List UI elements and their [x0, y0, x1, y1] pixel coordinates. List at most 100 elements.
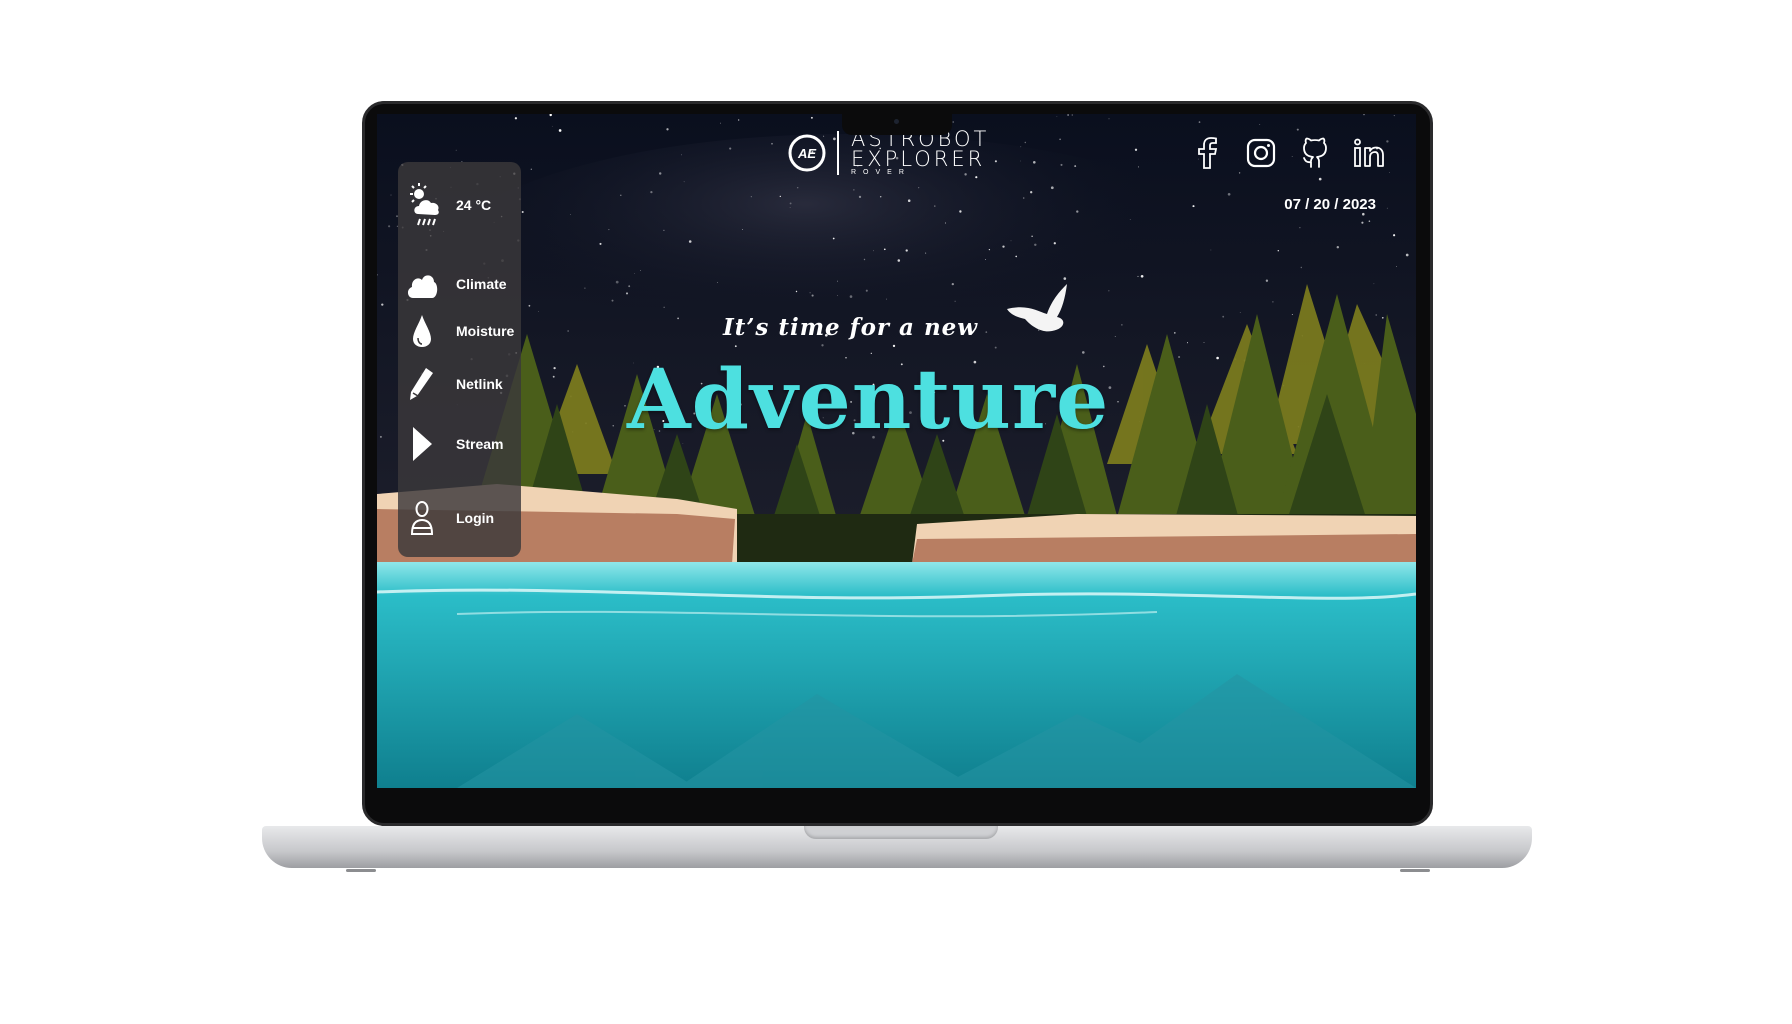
- star: [1137, 275, 1139, 277]
- star: [1393, 234, 1396, 237]
- star: [1363, 114, 1365, 116]
- star: [809, 292, 811, 294]
- star: [1076, 210, 1079, 213]
- star: [553, 366, 556, 370]
- star: [1198, 121, 1201, 123]
- star: [925, 252, 927, 254]
- star: [1277, 249, 1280, 252]
- star: [538, 310, 539, 312]
- star: [624, 404, 626, 407]
- star: [837, 294, 838, 296]
- instagram-icon[interactable]: [1244, 136, 1278, 170]
- star: [683, 181, 685, 183]
- background-scene: [377, 114, 1416, 788]
- star: [599, 242, 602, 245]
- star: [1386, 140, 1389, 143]
- star: [858, 195, 862, 199]
- star: [1300, 266, 1302, 269]
- nav-item-moisture[interactable]: Moisture: [404, 313, 514, 349]
- current-date: 07 / 20 / 2023: [1284, 196, 1376, 213]
- star: [640, 270, 641, 271]
- star: [1386, 207, 1388, 209]
- star: [388, 225, 391, 228]
- star: [988, 248, 991, 251]
- droplet-icon: [404, 313, 440, 349]
- camera-notch: [842, 112, 952, 135]
- hero-headline: Adventure: [627, 352, 1110, 448]
- star: [1031, 235, 1033, 237]
- star: [1074, 165, 1077, 168]
- star: [530, 168, 532, 170]
- nav-item-climate[interactable]: Climate: [404, 266, 507, 302]
- star: [994, 160, 997, 163]
- brand-logo[interactable]: AE ASTROBOT EXPLORER ROVER: [787, 129, 989, 177]
- nav-item-netlink[interactable]: Netlink: [404, 366, 503, 402]
- star: [832, 237, 835, 240]
- star: [1368, 220, 1371, 222]
- star: [663, 229, 665, 232]
- app-screen: AE ASTROBOT EXPLORER ROVER 07 / 20 / 202…: [377, 114, 1416, 788]
- star: [1114, 336, 1116, 337]
- nav-label-login: Login: [456, 510, 495, 526]
- weather-widget: 24 °C: [408, 182, 491, 228]
- hero-tagline: It’s time for a new: [723, 314, 979, 341]
- star: [873, 250, 875, 252]
- star: [528, 304, 531, 307]
- laptop-foot-left: [346, 869, 376, 872]
- laptop-foot-right: [1400, 869, 1430, 872]
- star: [1056, 116, 1058, 117]
- star: [1020, 160, 1022, 162]
- star: [1129, 219, 1131, 220]
- pencil-icon: [404, 366, 440, 402]
- nav-item-login[interactable]: Login: [404, 500, 494, 536]
- star: [570, 213, 571, 215]
- star: [455, 149, 457, 151]
- brand-divider: [837, 131, 839, 175]
- cloud-icon: [404, 266, 440, 302]
- star: [994, 346, 997, 349]
- star: [795, 290, 798, 293]
- camera-icon: [894, 119, 899, 124]
- star: [1396, 266, 1397, 267]
- star: [1137, 166, 1139, 168]
- star: [381, 303, 384, 306]
- star: [879, 195, 882, 198]
- user-icon: [404, 500, 440, 536]
- star: [720, 122, 721, 124]
- facebook-icon[interactable]: [1190, 136, 1224, 170]
- star: [1050, 186, 1054, 190]
- nav-item-stream[interactable]: Stream: [404, 426, 503, 462]
- star: [1030, 191, 1033, 194]
- star: [628, 285, 631, 288]
- star: [1020, 146, 1022, 148]
- nav-label-stream: Stream: [456, 436, 504, 452]
- star: [717, 282, 718, 283]
- star: [379, 435, 382, 438]
- star: [650, 190, 653, 194]
- star: [734, 345, 737, 348]
- star: [1178, 355, 1181, 359]
- github-icon[interactable]: [1298, 136, 1332, 170]
- star: [934, 205, 936, 207]
- star: [521, 210, 524, 214]
- star: [688, 240, 692, 243]
- star: [584, 287, 586, 289]
- laptop-lip: [804, 826, 998, 839]
- star: [1299, 227, 1301, 229]
- logo-mark-text: AE: [797, 146, 816, 161]
- star: [1265, 279, 1269, 282]
- star: [615, 280, 619, 284]
- star: [1140, 274, 1144, 278]
- nav-label-climate: Climate: [456, 276, 507, 292]
- star: [514, 117, 518, 120]
- star: [837, 280, 838, 282]
- star: [1010, 240, 1012, 242]
- star: [892, 344, 896, 348]
- star: [985, 259, 986, 260]
- star: [750, 196, 752, 198]
- star: [959, 210, 962, 213]
- star: [1259, 123, 1261, 125]
- star: [1291, 314, 1293, 315]
- star: [883, 248, 886, 251]
- linkedin-icon[interactable]: [1352, 136, 1386, 170]
